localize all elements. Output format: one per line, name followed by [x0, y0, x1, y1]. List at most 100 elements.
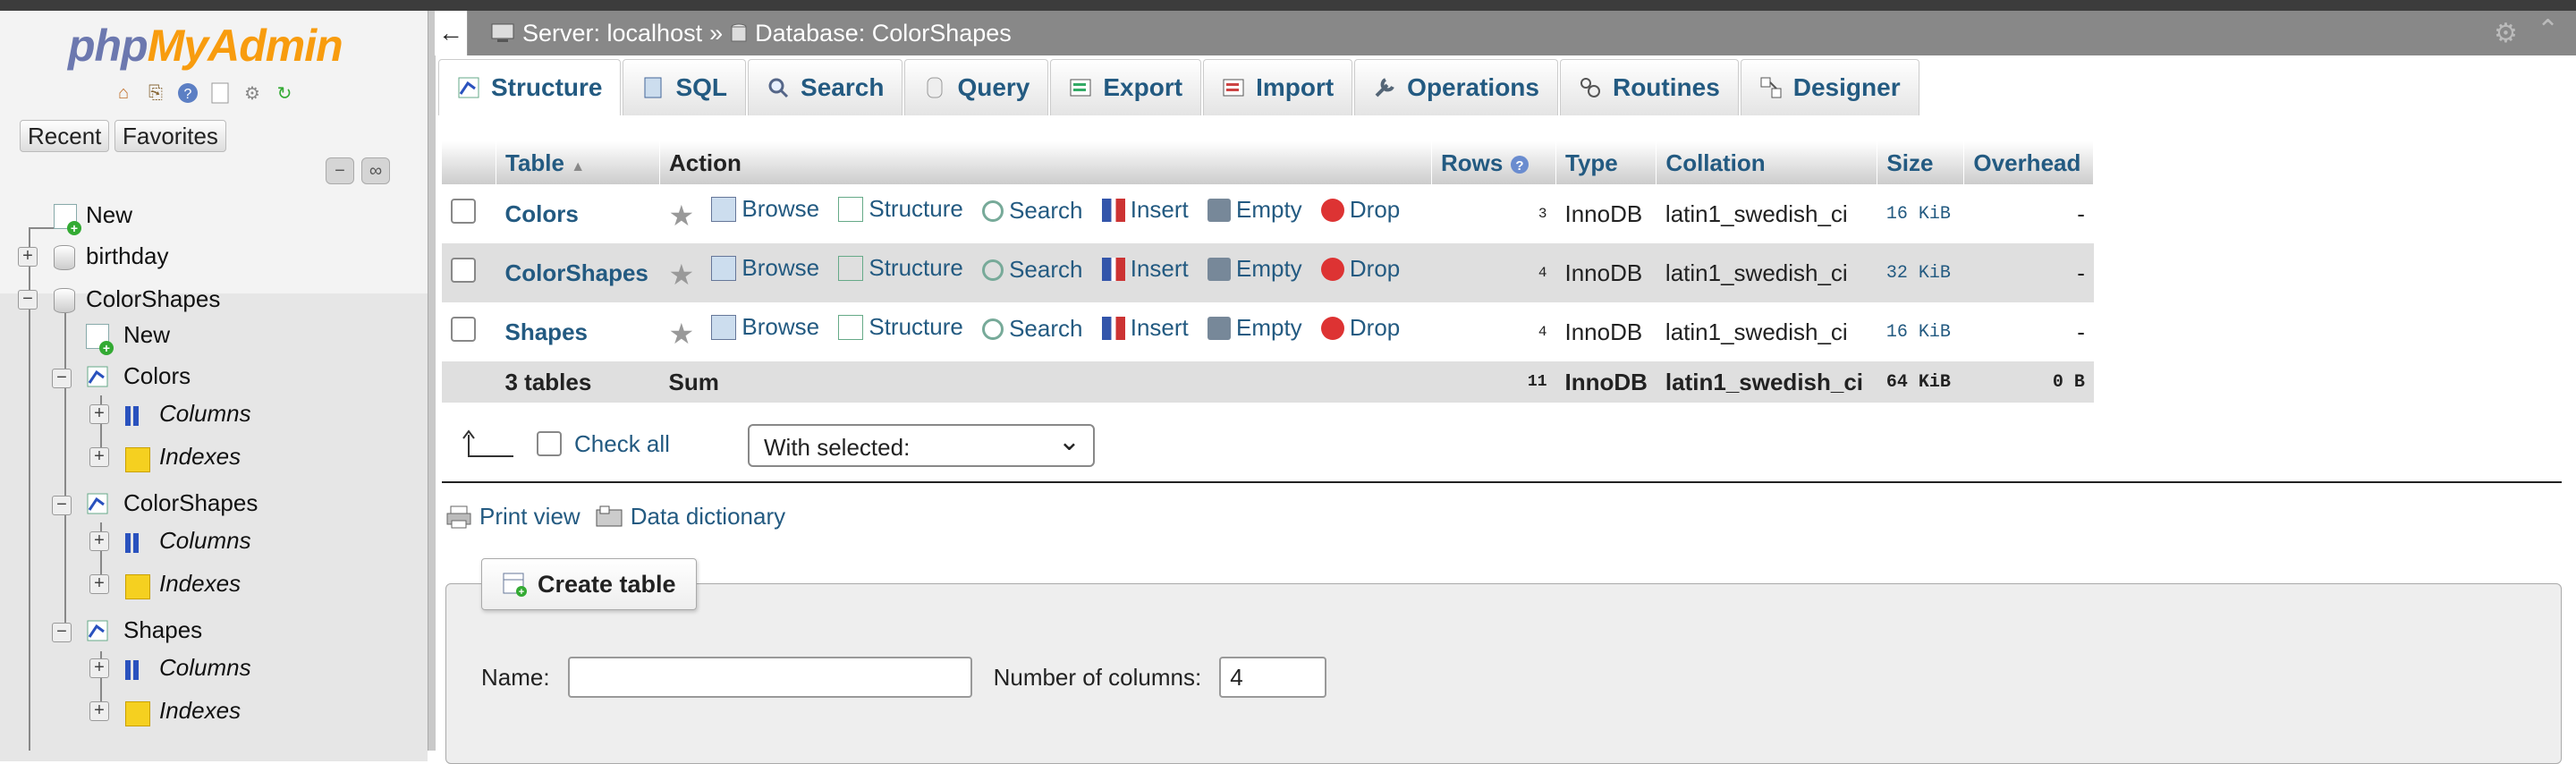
tree-colors-indexes[interactable]: Indexes — [159, 440, 241, 472]
logout-icon[interactable]: ⎘ — [143, 81, 168, 106]
phpmyadmin-logo[interactable]: phpMyAdmin — [68, 20, 343, 72]
favorite-star-icon[interactable]: ★ — [669, 318, 695, 350]
reload-icon[interactable]: ↻ — [272, 81, 297, 106]
empty-action[interactable]: Empty — [1207, 196, 1302, 224]
recent-button[interactable]: Recent — [20, 120, 110, 152]
favorite-star-icon[interactable]: ★ — [669, 259, 695, 291]
row-size[interactable]: 16 KiB — [1877, 184, 1964, 243]
search-action[interactable]: Search — [982, 256, 1082, 284]
collapse-icon[interactable]: − — [52, 623, 72, 642]
row-checkbox[interactable] — [451, 198, 476, 224]
drop-action[interactable]: Drop — [1320, 314, 1400, 342]
tree-table-colorshapes[interactable]: ColorShapes — [123, 487, 258, 519]
settings-icon[interactable]: ⚙ — [240, 81, 265, 106]
row-size[interactable]: 16 KiB — [1877, 302, 1964, 361]
home-icon[interactable]: ⌂ — [111, 81, 136, 106]
header-collation[interactable]: Collation — [1656, 141, 1878, 184]
expand-icon[interactable]: + — [89, 701, 109, 721]
empty-action[interactable]: Empty — [1207, 314, 1302, 342]
insert-icon — [1101, 257, 1125, 281]
browse-action[interactable]: Browse — [711, 254, 819, 282]
tab-structure[interactable]: Structure — [438, 59, 622, 115]
insert-action[interactable]: Insert — [1101, 255, 1189, 283]
help-icon[interactable]: ? — [1510, 155, 1530, 174]
insert-action[interactable]: Insert — [1101, 196, 1189, 224]
tab-operations[interactable]: Operations — [1354, 59, 1558, 115]
number-of-columns-input[interactable]: 4 — [1219, 657, 1327, 698]
tree-new-table[interactable]: New — [123, 318, 170, 351]
collapse-all-icon[interactable]: − — [326, 157, 354, 184]
link-with-main-icon[interactable]: ∞ — [361, 157, 390, 184]
print-view-link[interactable]: Print view — [445, 503, 580, 531]
tab-routines[interactable]: Routines — [1559, 59, 1739, 115]
row-size[interactable]: 32 KiB — [1877, 243, 1964, 302]
collapse-icon[interactable]: − — [52, 369, 72, 388]
help-icon[interactable]: ? — [175, 81, 200, 106]
database-icon — [731, 23, 747, 42]
docs-icon[interactable] — [208, 81, 233, 106]
tree-db-colorshapes[interactable]: ColorShapes — [86, 283, 220, 315]
table-structure-icon — [87, 620, 108, 641]
expand-icon[interactable]: + — [89, 404, 109, 424]
structure-action[interactable]: Structure — [838, 254, 963, 282]
tab-sql[interactable]: SQL — [623, 59, 747, 115]
expand-icon[interactable]: + — [89, 574, 109, 594]
drop-action[interactable]: Drop — [1320, 255, 1400, 283]
tree-new-database[interactable]: New — [86, 199, 132, 231]
tree-colors-columns[interactable]: Columns — [159, 397, 251, 429]
expand-icon[interactable]: + — [89, 658, 109, 678]
expand-icon[interactable]: + — [89, 531, 109, 551]
navigation-resizer[interactable] — [428, 11, 436, 751]
tree-db-birthday[interactable]: birthday — [86, 240, 169, 272]
table-name-link[interactable]: Shapes — [505, 318, 589, 345]
breadcrumb-database[interactable]: Database: ColorShapes — [755, 11, 1012, 55]
tab-designer[interactable]: Designer — [1740, 59, 1919, 115]
tab-query[interactable]: Query — [904, 59, 1049, 115]
browse-action[interactable]: Browse — [711, 195, 819, 223]
header-type[interactable]: Type — [1555, 141, 1657, 184]
row-checkbox[interactable] — [451, 257, 476, 283]
search-action[interactable]: Search — [982, 315, 1082, 343]
database-icon — [54, 288, 75, 313]
breadcrumb-server[interactable]: Server: localhost — [522, 11, 702, 55]
check-all-checkbox[interactable] — [537, 431, 562, 456]
structure-action[interactable]: Structure — [838, 195, 963, 223]
collapse-icon[interactable]: − — [52, 496, 72, 515]
favorites-button[interactable]: Favorites — [114, 120, 226, 152]
tab-search[interactable]: Search — [748, 59, 903, 115]
table-name-input[interactable] — [567, 657, 972, 698]
tree-colorshapes-indexes[interactable]: Indexes — [159, 567, 241, 599]
browse-action[interactable]: Browse — [711, 313, 819, 341]
check-all-label[interactable]: Check all — [574, 430, 670, 458]
tree-colorshapes-columns[interactable]: Columns — [159, 524, 251, 556]
tab-import[interactable]: Import — [1203, 59, 1353, 115]
header-table[interactable]: Table ▲ — [496, 141, 660, 184]
with-selected-dropdown[interactable]: With selected: — [748, 420, 1095, 467]
data-dictionary-link[interactable]: Data dictionary — [595, 503, 785, 531]
table-name-link[interactable]: ColorShapes — [505, 259, 648, 286]
tree-shapes-columns[interactable]: Columns — [159, 651, 251, 683]
header-overhead[interactable]: Overhead — [1963, 141, 2095, 184]
structure-action[interactable]: Structure — [838, 313, 963, 341]
page-settings-icon[interactable]: ⚙ — [2494, 18, 2518, 49]
tree-shapes-indexes[interactable]: Indexes — [159, 694, 241, 726]
favorite-star-icon[interactable]: ★ — [669, 199, 695, 232]
collapse-icon[interactable]: − — [18, 290, 38, 310]
drop-icon — [1320, 198, 1344, 222]
header-rows[interactable]: Rows ? — [1431, 141, 1556, 184]
insert-action[interactable]: Insert — [1101, 314, 1189, 342]
collapse-navigation-button[interactable]: ← — [435, 11, 468, 55]
search-action[interactable]: Search — [982, 197, 1082, 225]
table-name-link[interactable]: Colors — [505, 200, 579, 227]
indexes-icon — [125, 574, 150, 599]
tree-table-colors[interactable]: Colors — [123, 360, 191, 392]
empty-action[interactable]: Empty — [1207, 255, 1302, 283]
tab-export[interactable]: Export — [1050, 59, 1202, 115]
row-checkbox[interactable] — [451, 316, 476, 342]
expand-icon[interactable]: + — [89, 447, 109, 467]
drop-action[interactable]: Drop — [1320, 196, 1400, 224]
expand-icon[interactable]: + — [18, 247, 38, 267]
collapse-top-icon[interactable]: ⌃ — [2537, 14, 2559, 46]
header-size[interactable]: Size — [1877, 141, 1965, 184]
tree-table-shapes[interactable]: Shapes — [123, 614, 202, 646]
